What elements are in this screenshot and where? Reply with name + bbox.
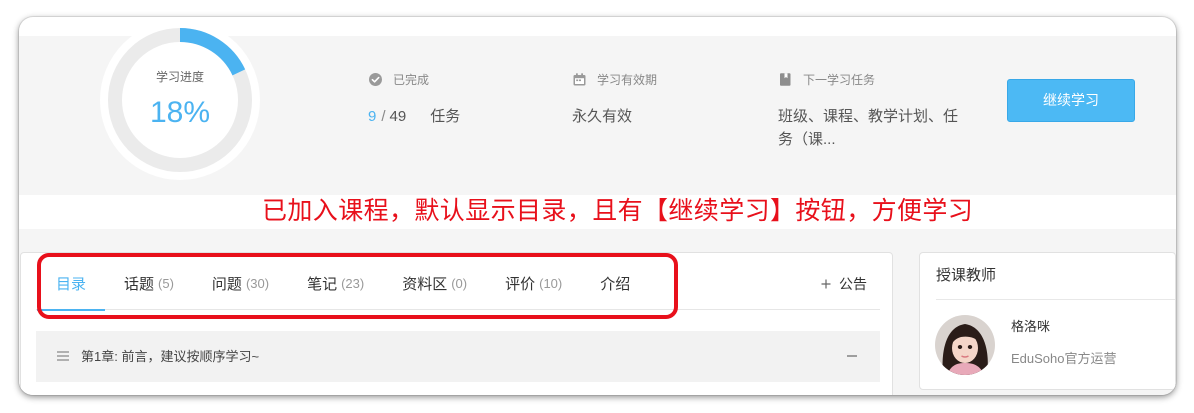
announcement-label: 公告 <box>839 275 867 292</box>
course-page-frame: 学习进度 18% 已完成 9/49 任务 学习有效期 永久有效 下一学习任务 班… <box>19 17 1176 395</box>
course-tab-bar: 目录 话题 (5) 问题 (30) 笔记 (23) 资料区 (0) 评价 (10) <box>36 253 880 311</box>
teacher-card: 授课教师 格洛咪 EduSoho官方运营 <box>919 252 1176 390</box>
chapter-row[interactable]: 第1章: 前言，建议按顺序学习~ <box>36 331 880 382</box>
stat-validity-value: 永久有效 <box>572 108 633 125</box>
next-task-link[interactable]: 班级、课程、教学计划、任务（课... <box>778 105 966 151</box>
divider <box>936 299 1175 300</box>
course-tabs: 目录 话题 (5) 问题 (30) 笔记 (23) 资料区 (0) 评价 (10) <box>37 253 649 311</box>
tab-count: (0) <box>451 276 468 291</box>
stat-completed: 已完成 9/49 任务 <box>368 71 460 128</box>
progress-ring: 学习进度 18% <box>100 20 260 180</box>
completed-separator: / <box>381 108 386 125</box>
tab-count: (30) <box>245 276 270 291</box>
check-circle-icon <box>369 72 382 86</box>
tab-topics[interactable]: 话题 (5) <box>105 253 193 310</box>
continue-learning-button[interactable]: 继续学习 <box>1007 79 1135 122</box>
calendar-icon <box>573 72 586 86</box>
tab-label: 笔记 <box>307 276 338 293</box>
progress-label: 学习进度 <box>155 70 204 84</box>
tab-label: 介绍 <box>600 276 631 293</box>
tab-count: (5) <box>158 276 174 291</box>
book-icon <box>779 72 792 86</box>
minus-icon[interactable] <box>846 350 858 362</box>
progress-percent: 18% <box>149 96 211 129</box>
plus-icon <box>821 279 831 289</box>
tab-label: 资料区 <box>402 276 448 293</box>
tab-label: 问题 <box>211 276 242 293</box>
announcement-button[interactable]: 公告 <box>821 253 867 310</box>
stat-completed-header: 已完成 <box>368 71 460 87</box>
tab-reviews[interactable]: 评价 (10) <box>486 253 581 310</box>
teacher-avatar[interactable] <box>935 315 995 375</box>
tab-notes[interactable]: 笔记 (23) <box>288 253 383 310</box>
tab-count: (23) <box>341 276 365 291</box>
list-icon <box>57 351 69 361</box>
teacher-card-title: 授课教师 <box>936 267 997 284</box>
course-content-card: 目录 话题 (5) 问题 (30) 笔记 (23) 资料区 (0) 评价 (10) <box>20 252 893 395</box>
stat-validity: 学习有效期 永久有效 <box>572 71 657 128</box>
annotation-note: 已加入课程，默认显示目录，且有【继续学习】按钮，方便学习 <box>262 197 974 225</box>
tab-catalog[interactable]: 目录 <box>37 253 106 311</box>
tab-questions[interactable]: 问题 (30) <box>193 253 288 310</box>
completed-count: 9 <box>368 108 377 125</box>
total-count: 49 <box>389 108 407 125</box>
stat-completed-value: 9/49 任务 <box>368 105 460 128</box>
stat-completed-label: 已完成 <box>393 72 430 87</box>
stat-next-task-header: 下一学习任务 <box>778 71 966 87</box>
tab-label: 评价 <box>505 276 536 293</box>
tab-introduction[interactable]: 介绍 <box>581 253 649 310</box>
tab-label: 话题 <box>124 276 155 293</box>
tab-label: 目录 <box>56 276 87 293</box>
stat-validity-label: 学习有效期 <box>597 72 658 87</box>
teacher-name[interactable]: 格洛咪 <box>1011 318 1050 336</box>
stat-validity-header: 学习有效期 <box>572 71 657 87</box>
teacher-role: EduSoho官方运营 <box>1011 351 1117 366</box>
stat-next-task-label: 下一学习任务 <box>803 72 876 87</box>
completed-unit: 任务 <box>430 108 461 125</box>
tab-materials[interactable]: 资料区 (0) <box>383 253 486 310</box>
chapter-title: 第1章: 前言，建议按顺序学习~ <box>81 349 260 364</box>
tab-count: (10) <box>539 276 563 291</box>
stat-next-task: 下一学习任务 班级、课程、教学计划、任务（课... <box>778 71 966 151</box>
